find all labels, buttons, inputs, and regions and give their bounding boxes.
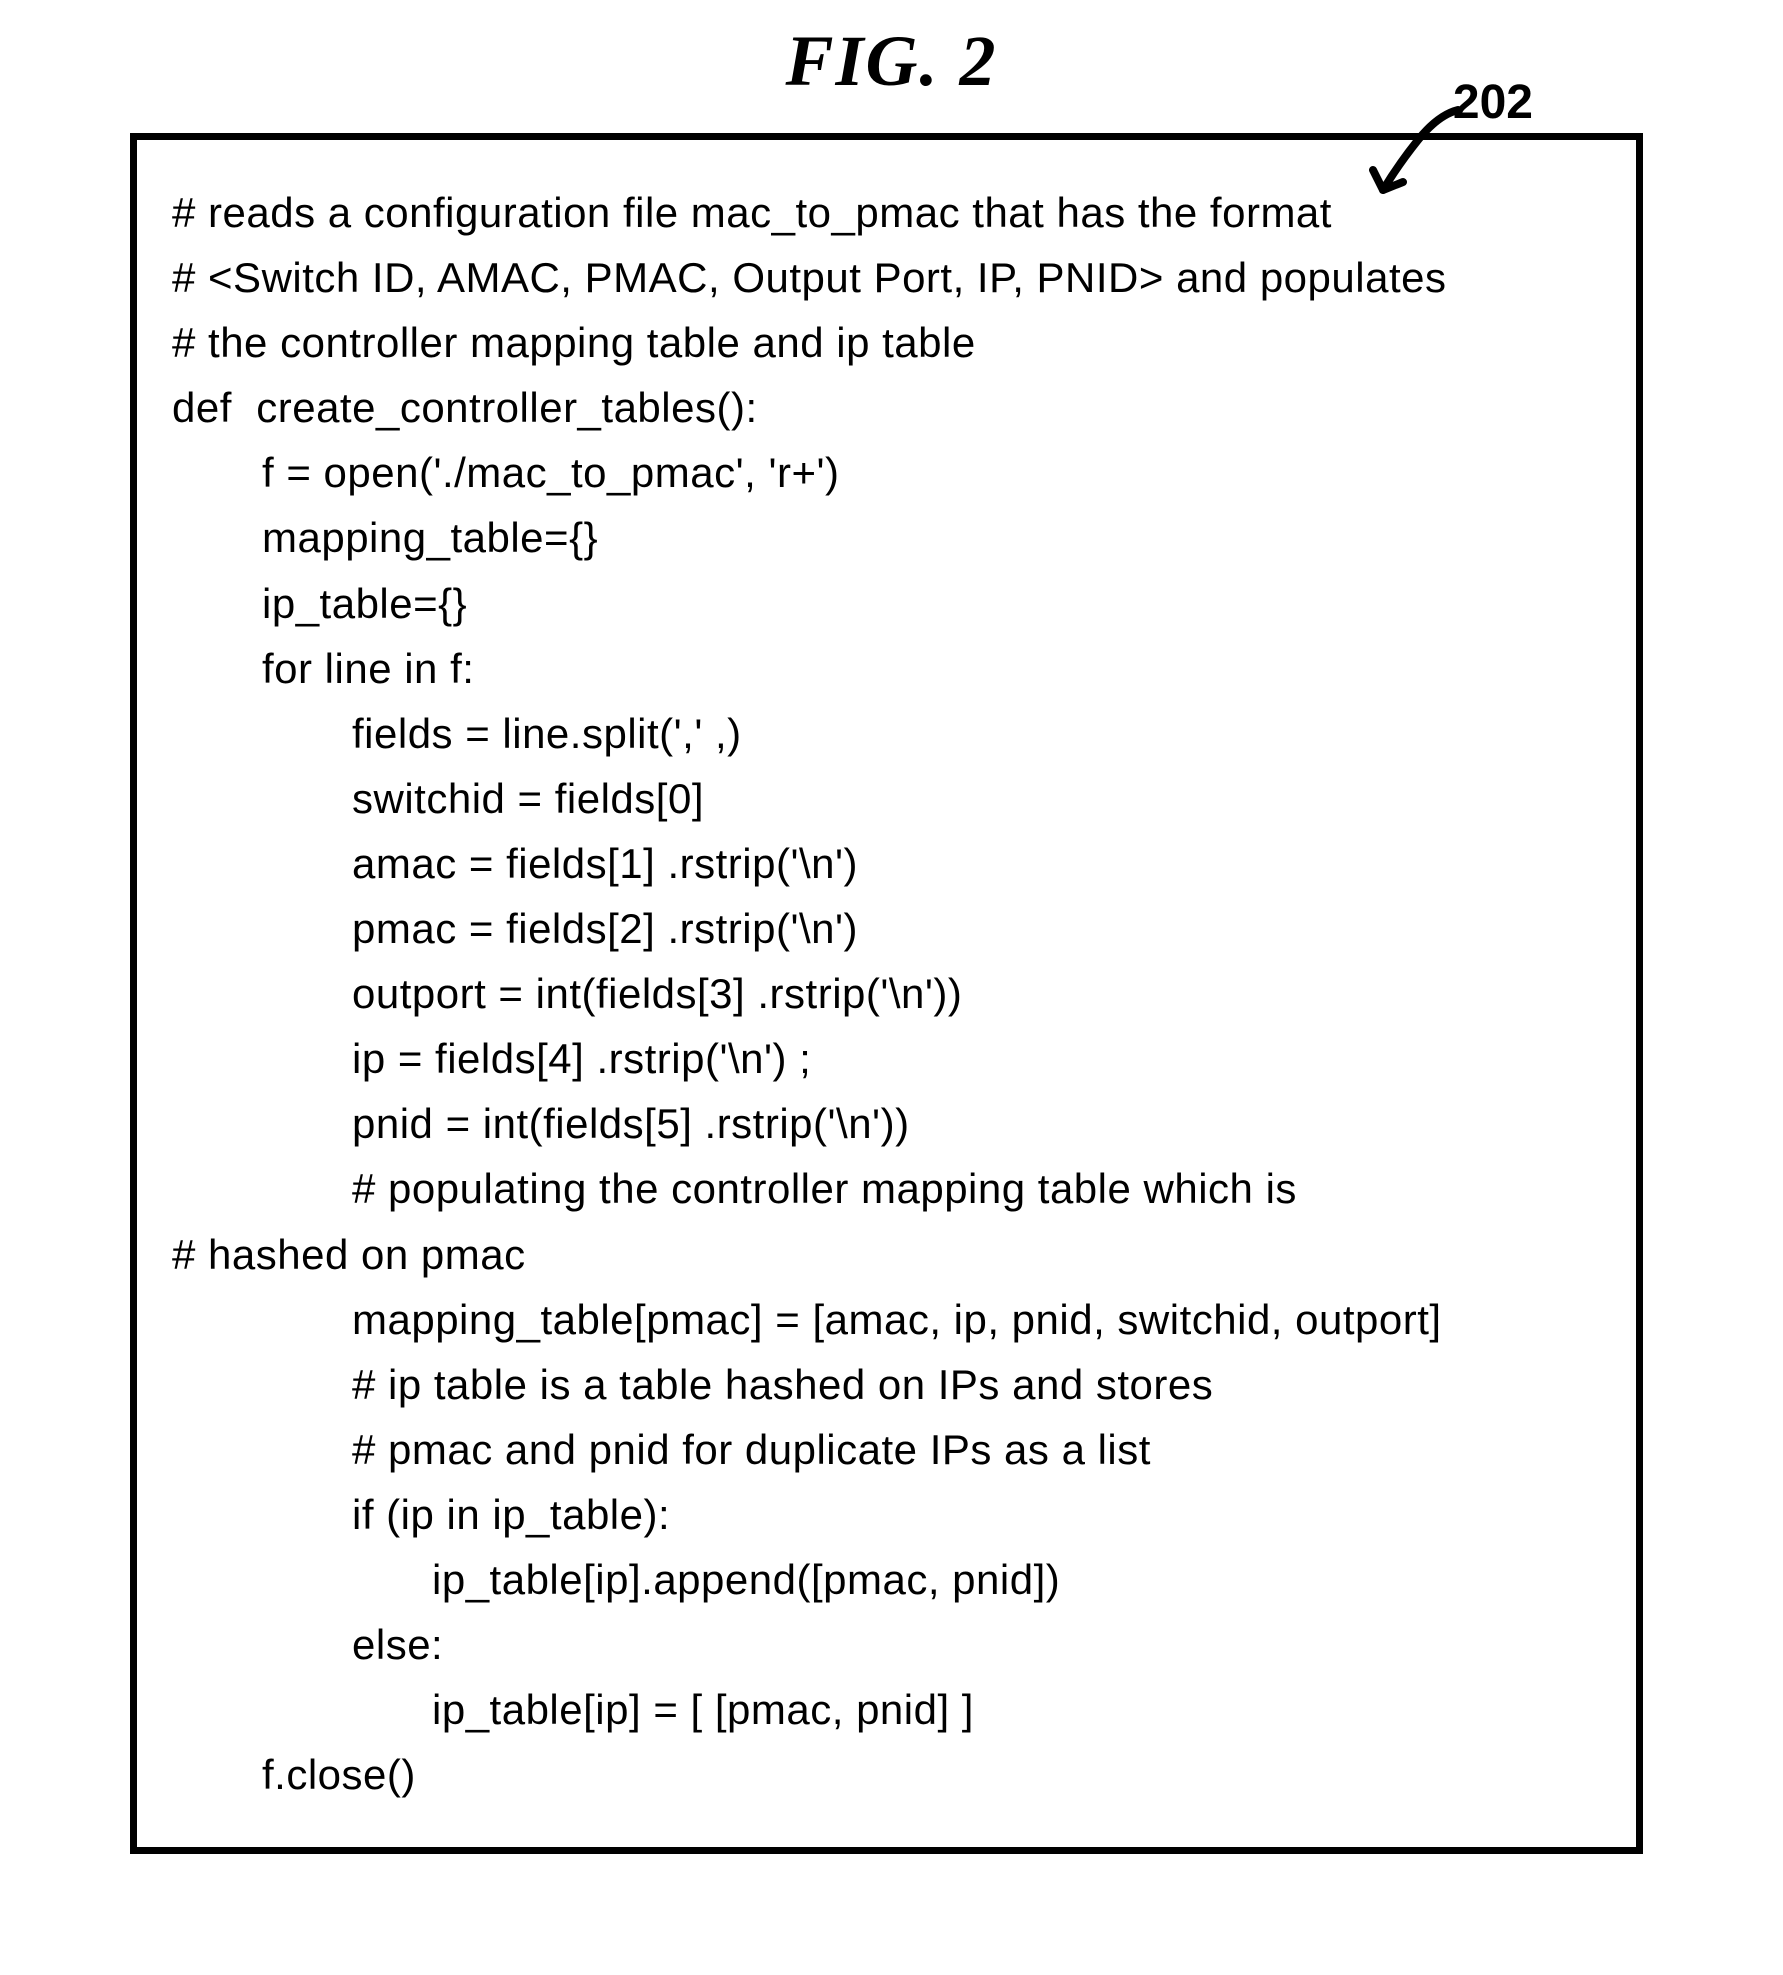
code-line: outport = int(fields[3] .rstrip('\n')) xyxy=(172,961,1601,1026)
figure-container: FIG. 2 202 # reads a configuration file … xyxy=(20,20,1763,1854)
code-line: for line in f: xyxy=(172,636,1601,701)
code-line: ip_table={} xyxy=(172,571,1601,636)
code-line: f.close() xyxy=(172,1742,1601,1807)
code-line: # populating the controller mapping tabl… xyxy=(172,1156,1601,1221)
code-line: ip_table[ip].append([pmac, pnid]) xyxy=(172,1547,1601,1612)
code-line: amac = fields[1] .rstrip('\n') xyxy=(172,831,1601,896)
code-line: if (ip in ip_table): xyxy=(172,1482,1601,1547)
code-line: fields = line.split(',' ,) xyxy=(172,701,1601,766)
code-line: # hashed on pmac xyxy=(172,1222,1601,1287)
code-line: mapping_table={} xyxy=(172,505,1601,570)
code-line: # ip table is a table hashed on IPs and … xyxy=(172,1352,1601,1417)
code-line: else: xyxy=(172,1612,1601,1677)
code-line: # the controller mapping table and ip ta… xyxy=(172,310,1601,375)
code-line: ip = fields[4] .rstrip('\n') ; xyxy=(172,1026,1601,1091)
reference-arrow-icon xyxy=(1363,100,1473,200)
code-line: f = open('./mac_to_pmac', 'r+') xyxy=(172,440,1601,505)
code-line: pmac = fields[2] .rstrip('\n') xyxy=(172,896,1601,961)
code-box: # reads a configuration file mac_to_pmac… xyxy=(130,133,1643,1854)
code-line: # pmac and pnid for duplicate IPs as a l… xyxy=(172,1417,1601,1482)
code-line: switchid = fields[0] xyxy=(172,766,1601,831)
code-line: # <Switch ID, AMAC, PMAC, Output Port, I… xyxy=(172,245,1601,310)
code-line: def create_controller_tables(): xyxy=(172,375,1601,440)
code-line: ip_table[ip] = [ [pmac, pnid] ] xyxy=(172,1677,1601,1742)
code-line: mapping_table[pmac] = [amac, ip, pnid, s… xyxy=(172,1287,1601,1352)
code-line: pnid = int(fields[5] .rstrip('\n')) xyxy=(172,1091,1601,1156)
